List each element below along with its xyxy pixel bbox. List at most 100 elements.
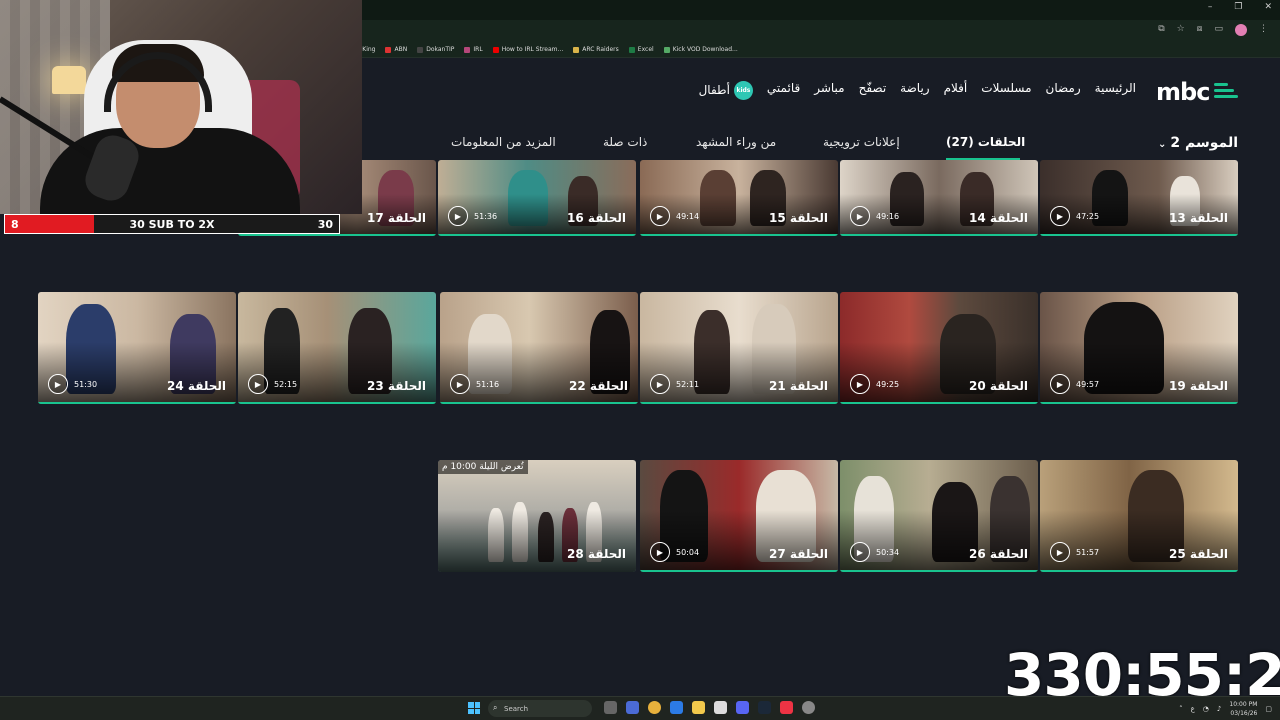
- bookmark[interactable]: Kick VOD Download...: [663, 46, 738, 53]
- nav-movies[interactable]: أفلام: [944, 81, 968, 100]
- webcam-overlay: [0, 0, 362, 214]
- play-icon[interactable]: ▶: [1050, 374, 1070, 394]
- episode-title: الحلقة 27: [769, 547, 828, 561]
- store-icon[interactable]: [714, 701, 727, 714]
- wifi-icon[interactable]: ◔: [1203, 705, 1209, 713]
- episode-card[interactable]: ▶ 52:15 الحلقة 23: [238, 292, 436, 404]
- tab-trailers[interactable]: إعلانات ترويجية: [823, 135, 900, 149]
- discord-icon[interactable]: [736, 701, 749, 714]
- bookmark[interactable]: Excel: [628, 46, 654, 53]
- airing-tonight-tag: تُعرض الليلة 10:00 م: [438, 460, 528, 474]
- mbc-logo[interactable]: mbc: [1156, 78, 1210, 106]
- lang-indicator[interactable]: ع: [1191, 705, 1195, 713]
- episode-duration: 49:16: [876, 212, 900, 221]
- sidebar-icon[interactable]: ▭: [1214, 24, 1223, 36]
- taskbar-search[interactable]: ⌕ Search: [488, 700, 592, 717]
- play-icon[interactable]: ▶: [650, 374, 670, 394]
- volume-icon[interactable]: ♪: [1217, 705, 1221, 713]
- nav-series[interactable]: مسلسلات: [981, 81, 1031, 100]
- play-icon[interactable]: ▶: [850, 206, 870, 226]
- tab-behind-scenes[interactable]: من وراء المشهد: [696, 135, 776, 149]
- copilot-icon[interactable]: [626, 701, 639, 714]
- extensions-icon[interactable]: ⧈: [1197, 24, 1203, 36]
- mail-icon[interactable]: [670, 701, 683, 714]
- episode-duration: 50:34: [876, 548, 900, 557]
- play-icon[interactable]: ▶: [650, 206, 670, 226]
- nav-home[interactable]: الرئيسية: [1095, 81, 1136, 100]
- episode-title: الحلقة 17: [367, 211, 426, 225]
- folder-icon[interactable]: [692, 701, 705, 714]
- task-view-icon[interactable]: [604, 701, 617, 714]
- progress-bar: [1040, 570, 1238, 572]
- window-controls: – ❐ ✕: [1208, 2, 1272, 12]
- episode-card[interactable]: ▶ 50:34 الحلقة 26: [840, 460, 1038, 572]
- cast-icon[interactable]: ⧉: [1158, 24, 1164, 36]
- sub-goal-bar: 8 30 SUB TO 2X 30: [4, 214, 340, 234]
- tab-more-info[interactable]: المزيد من المعلومات: [451, 135, 556, 149]
- episode-card[interactable]: ▶ 51:30 الحلقة 24: [38, 292, 236, 404]
- bookmark[interactable]: ABN: [385, 46, 407, 53]
- notifications-icon[interactable]: ▢: [1265, 705, 1272, 713]
- play-icon[interactable]: ▶: [48, 374, 68, 394]
- steam-icon[interactable]: [758, 701, 771, 714]
- episode-card[interactable]: ▶ 47:25 الحلقة 13: [1040, 160, 1238, 236]
- episode-card[interactable]: ▶ 49:14 الحلقة 15: [640, 160, 838, 236]
- nav-my-list[interactable]: قائمتي: [767, 81, 800, 100]
- progress-bar: [438, 234, 636, 236]
- profile-avatar[interactable]: [1235, 24, 1247, 36]
- bookmark[interactable]: IRL: [464, 46, 483, 53]
- play-icon[interactable]: ▶: [448, 206, 468, 226]
- obs-icon[interactable]: [802, 701, 815, 714]
- play-icon[interactable]: ▶: [650, 542, 670, 562]
- close-icon[interactable]: ✕: [1264, 2, 1272, 12]
- chrome-icon[interactable]: [648, 701, 661, 714]
- episode-title: الحلقة 16: [567, 211, 626, 225]
- bookmark[interactable]: DokanTIP: [417, 46, 454, 53]
- menu-icon[interactable]: ⋮: [1259, 24, 1268, 36]
- app-icon[interactable]: [780, 701, 793, 714]
- episode-card[interactable]: ▶ 51:57 الحلقة 25: [1040, 460, 1238, 572]
- tab-related[interactable]: ذات صلة: [603, 135, 647, 149]
- episode-card[interactable]: ▶ 51:16 الحلقة 22: [440, 292, 638, 404]
- clock[interactable]: 10:00 PM 03/16/26: [1229, 700, 1257, 718]
- play-icon[interactable]: ▶: [1050, 206, 1070, 226]
- minimize-icon[interactable]: –: [1208, 2, 1213, 12]
- progress-bar: [238, 234, 436, 236]
- nav-kids[interactable]: kidsأطفال: [699, 81, 753, 100]
- windows-start-icon[interactable]: [468, 702, 480, 714]
- episode-title: الحلقة 24: [167, 379, 226, 393]
- episode-card[interactable]: ▶ 49:16 الحلقة 14: [840, 160, 1038, 236]
- progress-bar: [640, 402, 838, 404]
- episode-card[interactable]: ▶ 49:25 الحلقة 20: [840, 292, 1038, 404]
- play-icon[interactable]: ▶: [850, 374, 870, 394]
- episode-duration: 49:57: [1076, 380, 1100, 389]
- nav-ramadan[interactable]: رمضان: [1046, 81, 1081, 100]
- bookmark-icon: [663, 46, 670, 53]
- progress-bar: [840, 570, 1038, 572]
- bookmark[interactable]: How to IRL Stream...: [492, 46, 563, 53]
- progress-bar: [238, 402, 436, 404]
- episode-card[interactable]: ▶ 52:11 الحلقة 21: [640, 292, 838, 404]
- nav-live[interactable]: مباشر: [814, 81, 844, 100]
- restore-icon[interactable]: ❐: [1234, 2, 1242, 12]
- episode-card[interactable]: ▶ 50:04 الحلقة 27: [640, 460, 838, 572]
- play-icon[interactable]: ▶: [1050, 542, 1070, 562]
- progress-bar: [1040, 402, 1238, 404]
- episode-card[interactable]: ▶ 51:36 الحلقة 16: [438, 160, 636, 236]
- tab-episodes[interactable]: الحلقات (27): [946, 135, 1025, 149]
- play-icon[interactable]: ▶: [450, 374, 470, 394]
- season-selector[interactable]: ⌄ الموسم 2: [1158, 135, 1238, 151]
- play-icon[interactable]: ▶: [850, 542, 870, 562]
- star-icon[interactable]: ☆: [1177, 24, 1185, 36]
- bookmark[interactable]: ARC Raiders: [573, 46, 619, 53]
- episode-title: الحلقة 23: [367, 379, 426, 393]
- episode-duration: 49:25: [876, 380, 900, 389]
- search-icon: ⌕: [493, 703, 498, 712]
- nav-sports[interactable]: رياضة: [900, 81, 929, 100]
- episode-duration: 49:14: [676, 212, 700, 221]
- episode-card[interactable]: ▶ 49:57 الحلقة 19: [1040, 292, 1238, 404]
- nav-browse[interactable]: تصفّح: [859, 81, 887, 100]
- play-icon[interactable]: ▶: [248, 374, 268, 394]
- episode-card[interactable]: تُعرض الليلة 10:00 م الحلقة 28: [438, 460, 636, 572]
- chevron-up-icon[interactable]: ˄: [1179, 705, 1183, 713]
